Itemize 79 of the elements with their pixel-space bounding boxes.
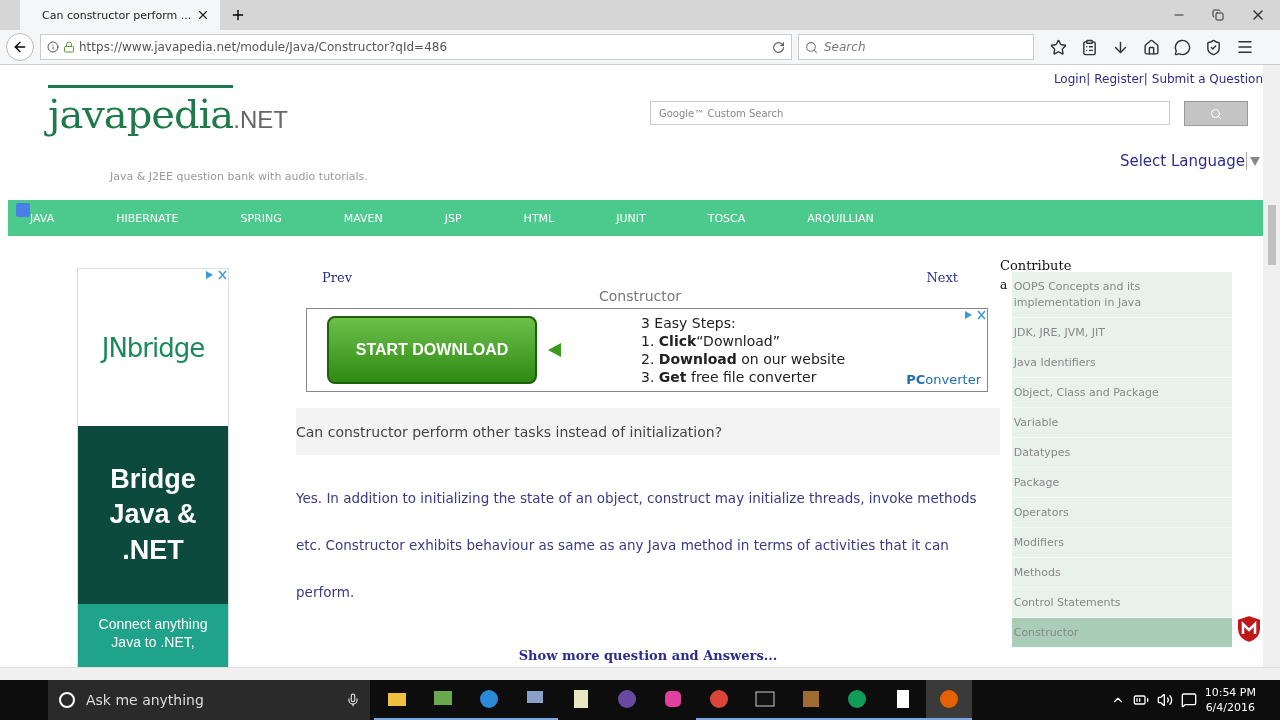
topic-item[interactable]: Package xyxy=(1011,468,1232,498)
notification-icon[interactable] xyxy=(1180,692,1197,708)
sphere-icon xyxy=(615,687,639,711)
answer-text: Yes. In addition to initializing the state of an object, construct may initialize threads, invoke methods etc. Constructor exhibits behaviour as same as any Java method in terms of activities that it can perform. xyxy=(296,489,978,602)
ad-text: Connect anything Java to .NET, xyxy=(97,616,209,651)
clipboard-icon[interactable] xyxy=(1081,38,1098,56)
next-link[interactable]: Next xyxy=(926,268,958,285)
nav-link[interactable]: JUNIT xyxy=(616,211,646,225)
clock[interactable]: 10:54 PM 6/4/2016 xyxy=(1204,685,1256,715)
nav-link[interactable]: JAVA xyxy=(30,211,55,225)
ad-banner[interactable]: START DOWNLOAD 3 Easy Steps: 1. Click“Download” 2. Download on our website 3. Get free file converter PConverter xyxy=(306,308,988,392)
header-link[interactable]: Submit a Question xyxy=(1151,72,1263,86)
topic-item[interactable]: Variable xyxy=(1011,408,1232,438)
chat-icon[interactable] xyxy=(1174,38,1191,56)
topic-item[interactable]: Constructor xyxy=(1011,618,1232,648)
taskbar-search[interactable]: Ask me anything xyxy=(48,680,370,720)
volume-icon[interactable] xyxy=(1156,692,1173,708)
sidebar-heading: Contribute xyxy=(1000,258,1073,273)
search-icon xyxy=(805,40,818,54)
ad-choices-icon xyxy=(204,269,228,281)
topic-item[interactable]: Datatypes xyxy=(1011,438,1232,468)
nav-link[interactable]: TOSCA xyxy=(707,211,746,225)
question-text: Can constructor perform other tasks instead of initialization? xyxy=(296,408,1000,455)
search-icon xyxy=(1210,107,1222,120)
ad-brand: PConverter xyxy=(906,372,981,387)
nav-link[interactable]: HTML xyxy=(523,211,555,225)
ad-heading: 3 Easy Steps: xyxy=(641,314,737,332)
star-icon[interactable] xyxy=(1050,38,1067,56)
arrow-icon xyxy=(547,342,563,358)
topic-item[interactable]: Object, Class and Package xyxy=(1011,378,1232,408)
ad-headline: Bridge Java & .NET xyxy=(108,462,198,567)
topic-item[interactable]: JDK, JRE, JVM, JIT xyxy=(1011,318,1232,348)
nav-link[interactable]: HIBERNATE xyxy=(116,211,179,225)
restore-icon[interactable] xyxy=(1212,9,1224,21)
header-link[interactable]: Login| xyxy=(1053,72,1091,86)
search-field[interactable]: Search xyxy=(798,34,1034,60)
ad-choices-icon xyxy=(963,309,987,321)
tagline: Java & J2EE question bank with audio tutorials. xyxy=(110,170,369,183)
ad-step: 3. Get free file converter xyxy=(641,368,846,386)
search-field[interactable]: Google™ Custom Search xyxy=(650,101,1170,125)
ad-step: 2. Download on our website xyxy=(641,350,846,368)
address-bar[interactable]: https://www.javapedia.net/module/Java/Constructor?qId=486 xyxy=(40,34,792,60)
page-title: Constructor xyxy=(598,288,682,306)
ad-panel[interactable]: JNbridge Bridge Java & .NET Connect anything Java to .NET, xyxy=(77,268,229,667)
sidebar-note: a xyxy=(1000,278,1009,292)
circle-icon xyxy=(58,691,76,709)
nav-link[interactable]: ARQUILLIAN xyxy=(807,211,874,225)
topic-item[interactable]: Operators xyxy=(1011,498,1232,528)
menu-icon[interactable] xyxy=(1236,38,1254,56)
ad-step: 1. Click“Download” xyxy=(641,332,846,350)
dropdown-icon xyxy=(1249,155,1261,167)
topic-item[interactable]: Java Identifiers xyxy=(1011,348,1232,378)
battery-icon[interactable] xyxy=(1132,692,1149,708)
header-link[interactable]: Register| xyxy=(1094,72,1148,86)
lock-icon xyxy=(63,41,75,53)
topic-item[interactable]: OOPS Concepts and its implementation in Java xyxy=(1011,272,1232,318)
close-icon[interactable] xyxy=(196,8,210,22)
topic-item[interactable]: Methods xyxy=(1011,558,1232,588)
topic-item[interactable]: Modifiers xyxy=(1011,528,1232,558)
back-icon xyxy=(12,39,28,55)
mic-icon[interactable] xyxy=(346,693,360,707)
back-button[interactable] xyxy=(6,33,34,61)
prev-link[interactable]: Prev xyxy=(322,268,352,285)
scrollbar[interactable] xyxy=(0,667,1280,680)
show-more-link[interactable]: Show more question and Answers... xyxy=(518,648,778,663)
home-icon[interactable] xyxy=(1143,38,1160,56)
ad-brand: JNbridge xyxy=(101,332,205,363)
nav-link[interactable]: JSP xyxy=(444,211,462,225)
nav-link[interactable]: MAVEN xyxy=(343,211,383,225)
nav-link[interactable]: SPRING xyxy=(240,211,282,225)
scrollbar[interactable] xyxy=(1263,65,1280,667)
browser-tab[interactable]: Can constructor perform ... xyxy=(20,0,220,30)
language-select[interactable]: Select Language xyxy=(1119,152,1261,170)
shield-icon[interactable] xyxy=(1205,38,1222,56)
shield-icon xyxy=(1235,614,1263,644)
info-icon xyxy=(47,41,59,53)
reload-icon[interactable] xyxy=(772,40,785,54)
download-button[interactable]: START DOWNLOAD xyxy=(327,316,537,384)
new-tab-icon[interactable] xyxy=(230,7,246,23)
